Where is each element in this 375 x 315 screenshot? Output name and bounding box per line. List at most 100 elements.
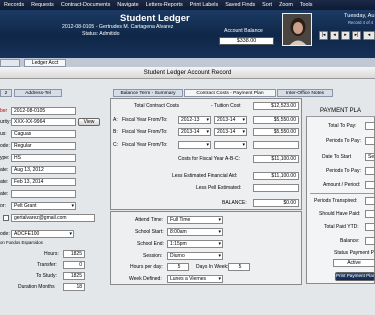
financial-aid-select[interactable]: Pelt Grant bbox=[11, 202, 76, 210]
school-end-select[interactable]: 1:15pm bbox=[167, 240, 223, 248]
menu-zoom[interactable]: Zoom bbox=[279, 2, 293, 8]
menu-sort[interactable]: Sort bbox=[262, 2, 272, 8]
date-to-start-field[interactable]: Se bbox=[365, 153, 375, 161]
menu-navigate[interactable]: Navigate bbox=[117, 2, 138, 8]
view-button[interactable]: View bbox=[78, 118, 100, 126]
more-nav-button[interactable]: ◂ bbox=[363, 31, 375, 40]
periods-to-pay-2-field[interactable] bbox=[365, 167, 375, 175]
next-record-button[interactable]: ▸ bbox=[341, 31, 350, 40]
transfer-field[interactable]: 0 bbox=[63, 261, 85, 269]
type-field[interactable]: HS bbox=[11, 154, 76, 162]
financial-aid-label: or: bbox=[0, 203, 6, 209]
balance-field[interactable]: $0.00 bbox=[253, 199, 299, 207]
print-payment-plan-button[interactable]: Print Payment Plan bbox=[335, 272, 375, 281]
days-in-week-field[interactable]: 5 bbox=[228, 263, 250, 271]
school-start-select[interactable]: 8:00am bbox=[167, 228, 223, 236]
school-end-label: School End: bbox=[137, 241, 164, 247]
account-balance-value: $338.00 bbox=[219, 37, 274, 45]
menu-letters-reports[interactable]: Letters-Reports bbox=[146, 2, 183, 8]
costs-abc-label: Costs for Fiscal Year A-B-C: bbox=[178, 156, 240, 162]
total-contract-costs-label: Total Contract Costs bbox=[134, 103, 180, 109]
session-select[interactable]: Diurno bbox=[167, 252, 223, 260]
less-pell-field[interactable] bbox=[253, 184, 299, 192]
balance-label: BALANCE: bbox=[222, 200, 247, 206]
student-number-field[interactable]: 2012-08-0105 bbox=[11, 107, 76, 115]
subtab-2[interactable]: 2 bbox=[0, 89, 12, 97]
payment-plan-box bbox=[306, 106, 375, 284]
menu-records[interactable]: Records bbox=[4, 2, 24, 8]
duration-field[interactable]: 18 bbox=[63, 283, 85, 291]
mode-label: ode: bbox=[0, 143, 10, 149]
subtab-balance-term-summary[interactable]: Balance Term - Summary bbox=[113, 89, 183, 97]
next-icon: ▸ bbox=[344, 32, 347, 38]
total-to-pay-field[interactable] bbox=[365, 122, 375, 130]
student-status: Status: Admitido bbox=[82, 31, 120, 37]
periods-to-pay-label: Periods To Pay: bbox=[326, 138, 361, 144]
attend-time-select[interactable]: Full Time bbox=[167, 216, 223, 224]
fy-c-amount[interactable] bbox=[253, 141, 299, 149]
prev-icon: ◂ bbox=[333, 32, 336, 38]
fy-c-from-select[interactable] bbox=[178, 141, 211, 149]
type-label: ype: bbox=[0, 155, 10, 161]
start-date-label: ate: bbox=[0, 167, 9, 173]
week-defined-label: Week Defined: bbox=[129, 276, 162, 282]
menu-contract-documents[interactable]: Contract-Documents bbox=[61, 2, 110, 8]
fy-b-from-select[interactable]: 2013-14 bbox=[178, 128, 211, 136]
fy-c-to-select[interactable] bbox=[214, 141, 247, 149]
current-date: Tuesday, Au bbox=[344, 13, 375, 19]
student-photo bbox=[282, 13, 312, 46]
should-have-paid-label: Should Have Paid: bbox=[319, 211, 361, 217]
fy-b-to-select[interactable]: 2013-14 bbox=[214, 128, 247, 136]
should-have-paid-field[interactable] bbox=[365, 210, 375, 218]
subtab-address-tel[interactable]: Address-Tel bbox=[14, 89, 62, 97]
end-date-field[interactable]: Feb 13, 2014 bbox=[11, 178, 76, 186]
periods-to-pay-field[interactable] bbox=[365, 137, 375, 145]
tuition-cost-field[interactable]: $12,523.00 bbox=[253, 102, 299, 110]
tab-ledger-acct[interactable]: Ledger Acct bbox=[24, 59, 66, 67]
hours-field[interactable]: 1825 bbox=[63, 250, 85, 258]
costs-abc-field[interactable]: $11,100.00 bbox=[253, 155, 299, 163]
fy-a-label: Fiscal Year From/To: bbox=[122, 117, 168, 123]
email-field[interactable]: gertalvarez@gmail.com bbox=[11, 214, 95, 222]
menu-print-labels[interactable]: Print Labels bbox=[190, 2, 218, 8]
other-date-field[interactable] bbox=[11, 190, 76, 198]
fy-b-letter: B: bbox=[113, 129, 118, 135]
student-number-label: ber bbox=[0, 108, 8, 114]
subtab-inter-office-notes[interactable]: Inter-Office Notes bbox=[277, 89, 333, 97]
status-payment-field[interactable]: Active bbox=[333, 259, 375, 267]
prev-record-button[interactable]: ◂ bbox=[330, 31, 339, 40]
tab-partial[interactable] bbox=[0, 59, 20, 67]
fy-b-amount[interactable]: $5,550.00 bbox=[253, 128, 299, 136]
week-defined-select[interactable]: Lunes a Viernes bbox=[167, 275, 223, 283]
other-date-label: ate: bbox=[0, 191, 9, 197]
days-in-week-label: Days In Week: bbox=[196, 264, 229, 270]
ssn-field[interactable]: XXX-XX-9964 bbox=[11, 118, 76, 126]
amount-period-label: Amount / Period: bbox=[323, 182, 361, 188]
campus-field[interactable]: Caguas bbox=[11, 130, 76, 138]
less-estimated-field[interactable]: $11,100.00 bbox=[253, 172, 299, 180]
menu-saved-finds[interactable]: Saved Finds bbox=[225, 2, 255, 8]
program-code-select[interactable]: ADCFE100 bbox=[11, 230, 74, 238]
last-record-button[interactable]: ▸| bbox=[352, 31, 361, 40]
page-title: Student Ledger bbox=[120, 13, 190, 24]
total-paid-ytd-field[interactable] bbox=[365, 223, 375, 231]
session-label: Session: bbox=[143, 253, 163, 259]
end-date-label: ate: bbox=[0, 179, 9, 185]
duration-label: Duration Months bbox=[18, 284, 55, 290]
email-checkbox[interactable] bbox=[3, 215, 9, 221]
first-record-button[interactable]: |◂ bbox=[319, 31, 328, 40]
fy-a-amount[interactable]: $5,550.00 bbox=[253, 116, 299, 124]
pp-balance-field[interactable] bbox=[365, 237, 375, 245]
periods-transpired-field[interactable] bbox=[365, 197, 375, 205]
amount-period-field[interactable] bbox=[365, 181, 375, 189]
payment-divider bbox=[310, 193, 374, 194]
mode-field[interactable]: Regular bbox=[11, 142, 76, 150]
menu-requests[interactable]: Requests bbox=[31, 2, 54, 8]
hours-per-day-field[interactable]: 5 bbox=[167, 263, 189, 271]
start-date-field[interactable]: Aug 13, 2012 bbox=[11, 166, 76, 174]
fy-a-to-select[interactable]: 2013-14 bbox=[214, 116, 247, 124]
to-study-field[interactable]: 1825 bbox=[63, 272, 85, 280]
subtab-contract-costs[interactable]: Contract Costs - Payment Plan bbox=[184, 89, 276, 97]
fy-a-from-select[interactable]: 2012-13 bbox=[178, 116, 211, 124]
menu-tools[interactable]: Tools bbox=[300, 2, 313, 8]
